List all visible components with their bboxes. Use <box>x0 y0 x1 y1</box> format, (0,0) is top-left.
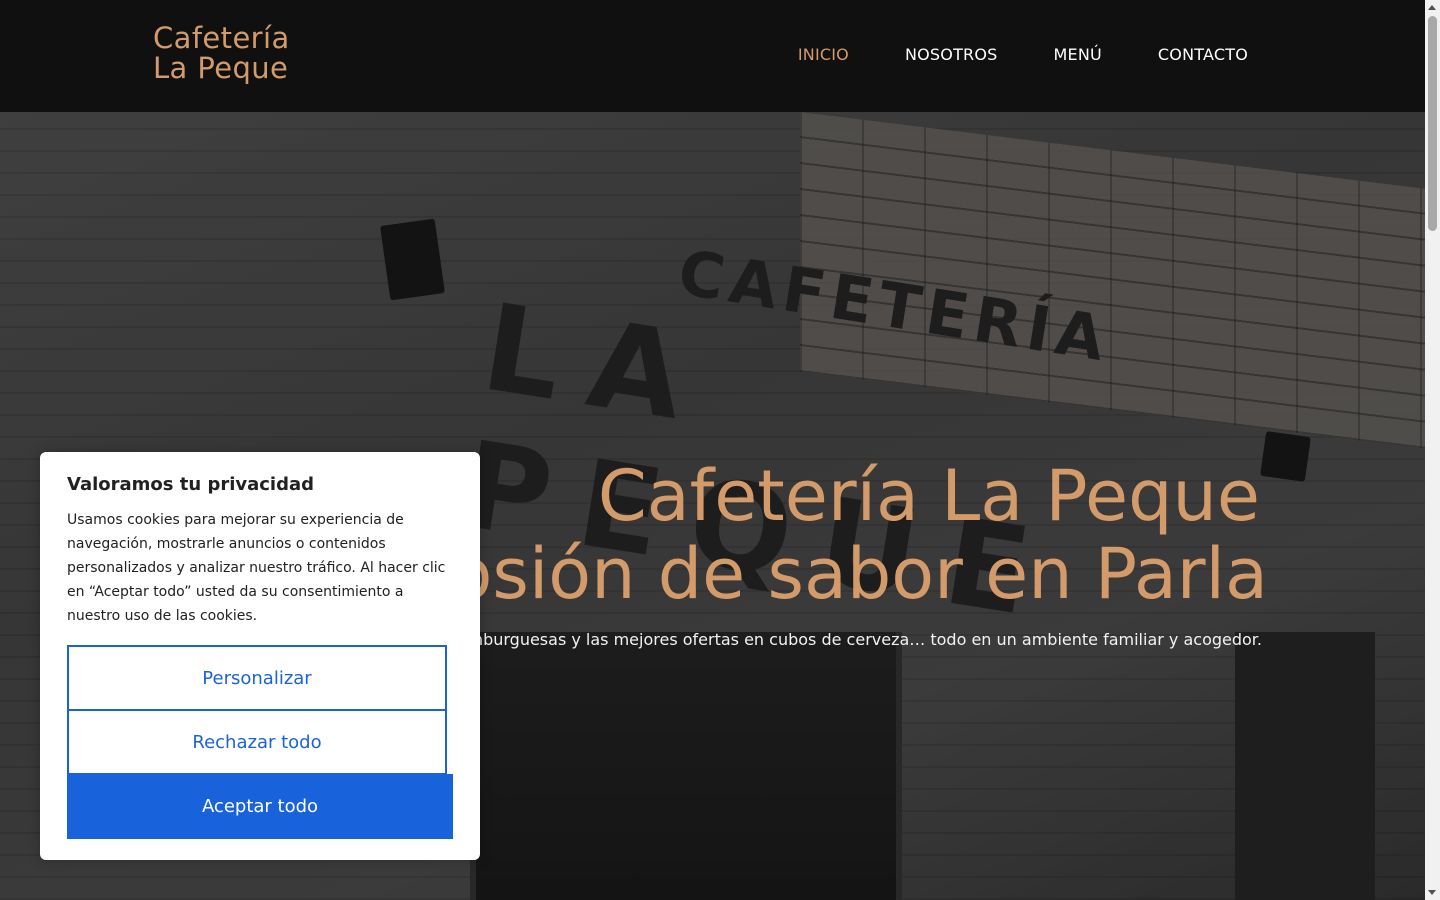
brand-line-2: La Peque <box>153 51 289 85</box>
nav-item-contacto[interactable]: CONTACTO <box>1158 45 1248 65</box>
site-header: Cafetería La Peque INICIO NOSOTROS MENÚ … <box>0 0 1425 112</box>
customize-button[interactable]: Personalizar <box>67 645 447 711</box>
accept-all-button[interactable]: Aceptar todo <box>67 774 453 839</box>
brand-line-1: Cafetería <box>153 21 290 55</box>
main-nav: INICIO NOSOTROS MENÚ CONTACTO <box>798 45 1248 65</box>
scroll-up-icon[interactable] <box>1428 5 1436 10</box>
cookie-title: Valoramos tu privacidad <box>67 474 315 495</box>
page-scrollbar[interactable] <box>1425 0 1440 900</box>
scroll-down-icon[interactable] <box>1428 890 1436 895</box>
nav-item-menu[interactable]: MENÚ <box>1054 45 1102 65</box>
cookie-consent-dialog: Valoramos tu privacidad Usamos cookies p… <box>40 452 480 860</box>
brand-logo[interactable]: Cafetería La Peque <box>153 23 290 83</box>
nav-item-nosotros[interactable]: NOSOTROS <box>905 45 998 65</box>
scrollbar-thumb[interactable] <box>1428 16 1437 231</box>
reject-all-button[interactable]: Rechazar todo <box>67 709 447 775</box>
nav-item-inicio[interactable]: INICIO <box>798 45 849 65</box>
cookie-description: Usamos cookies para mejorar su experienc… <box>67 512 446 624</box>
